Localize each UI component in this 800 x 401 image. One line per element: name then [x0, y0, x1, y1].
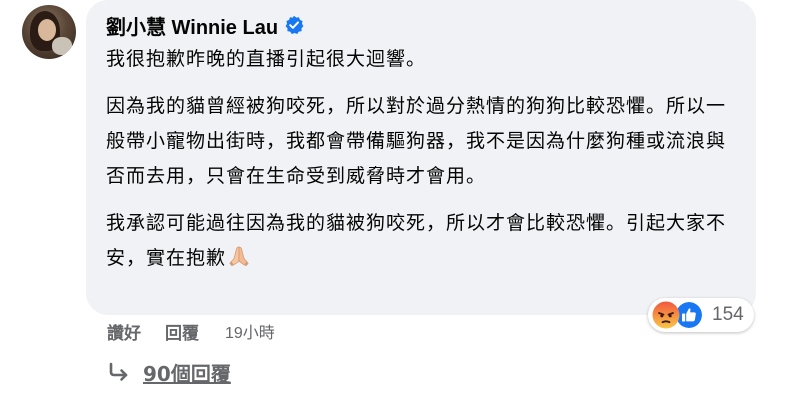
comment-author-row: 劉小慧 Winnie Lau [106, 11, 736, 40]
avatar-face [38, 19, 56, 41]
reactions-summary[interactable]: 154 [648, 298, 754, 332]
view-replies-label: 90個回覆 [143, 361, 231, 386]
view-replies-link[interactable]: 90個回覆 [107, 357, 231, 387]
comment-paragraph: 我很抱歉昨晚的直播引起很大迴響。 [106, 48, 427, 70]
folded-hands-icon [229, 246, 249, 267]
verified-badge-icon [285, 15, 304, 35]
reaction-count: 154 [712, 304, 744, 325]
avatar-dog [52, 37, 72, 55]
comment-bubble: 劉小慧 Winnie Lau 我很抱歉昨晚的直播引起很大迴響。 因為我的貓曾經被… [86, 0, 756, 315]
reply-arrow-icon [109, 362, 128, 381]
reply-button[interactable]: 回覆 [165, 319, 199, 344]
comment-text: 我很抱歉昨晚的直播引起很大迴響。 因為我的貓曾經被狗咬死，所以對於過分熱情的狗狗… [106, 42, 736, 276]
like-button[interactable]: 讚好 [107, 319, 141, 344]
avatar[interactable] [22, 5, 76, 59]
comment-author-name[interactable]: 劉小慧 Winnie Lau [106, 11, 278, 40]
comment-actions: 讚好 回覆 19小時 [107, 317, 275, 345]
angry-reaction-icon [652, 301, 680, 329]
comment-paragraph-text: 我承認可能過往因為我的貓被狗咬死，所以才會比較恐懼。引起大家不安，實在抱歉 [106, 212, 727, 269]
comment-timestamp[interactable]: 19小時 [225, 319, 275, 343]
comment-paragraph: 因為我的貓曾經被狗咬死，所以對於過分熱情的狗狗比較恐懼。所以一般帶小寵物出街時，… [106, 95, 727, 187]
comment-paragraph-last: 我承認可能過往因為我的貓被狗咬死，所以才會比較恐懼。引起大家不安，實在抱歉 [106, 206, 736, 276]
